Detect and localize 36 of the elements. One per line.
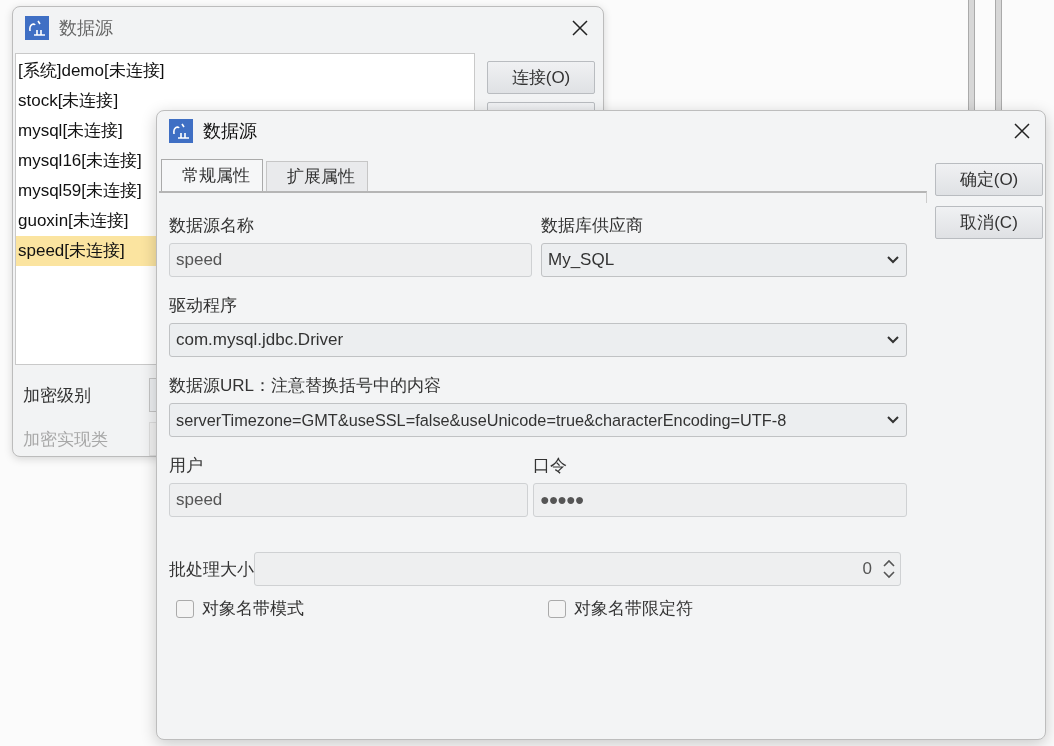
password-field[interactable]: ●●●●● [533, 483, 907, 517]
window-title: 数据源 [59, 17, 114, 40]
field-label: 数据源URL：注意替换括号中的内容 [169, 374, 442, 397]
app-icon [169, 119, 193, 143]
dropdown-field[interactable]: My_SQL [541, 243, 907, 277]
chevron-down-icon[interactable] [886, 255, 900, 265]
number-spinner[interactable]: 0 [254, 552, 901, 586]
tab[interactable]: 扩展属性 [266, 161, 368, 191]
chevron-down-icon[interactable] [886, 335, 900, 345]
field-label: 批处理大小 [169, 558, 254, 581]
cancel-button[interactable]: 取消(C) [935, 206, 1043, 239]
text-field[interactable]: speed [169, 483, 528, 517]
field-label: 数据源名称 [169, 214, 255, 237]
field-label: 数据库供应商 [541, 214, 643, 237]
chevron-down-icon[interactable] [886, 415, 900, 425]
checkbox[interactable] [176, 599, 194, 618]
tab[interactable]: 常规属性 [161, 159, 263, 191]
field-label: 加密实现类 [23, 428, 109, 451]
close-icon[interactable] [1013, 122, 1031, 140]
app-icon [25, 16, 49, 40]
field-label: 加密级别 [23, 384, 92, 407]
checkbox[interactable] [548, 599, 566, 618]
ok-button[interactable]: 确定(O) [935, 163, 1043, 196]
field-label: 用户 [169, 454, 204, 477]
checkbox-label: 对象名带模式 [202, 598, 304, 620]
close-icon[interactable] [571, 19, 589, 37]
dropdown-field[interactable]: serverTimezone=GMT&useSSL=false&useUnicode=true&characterEncoding=UTF-8 [169, 403, 907, 437]
field-label: 口令 [533, 454, 567, 477]
window-title: 数据源 [203, 120, 258, 143]
spinner-arrows-icon[interactable] [882, 559, 896, 579]
dropdown-field[interactable]: com.mysql.jdbc.Driver [169, 323, 907, 357]
field-label: 驱动程序 [169, 294, 238, 317]
connect-button[interactable]: 连接(O) [487, 61, 595, 94]
datasource-item[interactable]: [系统]demo[未连接] [16, 56, 398, 86]
checkbox-label: 对象名带限定符 [574, 598, 693, 620]
text-field[interactable]: speed [169, 243, 532, 277]
